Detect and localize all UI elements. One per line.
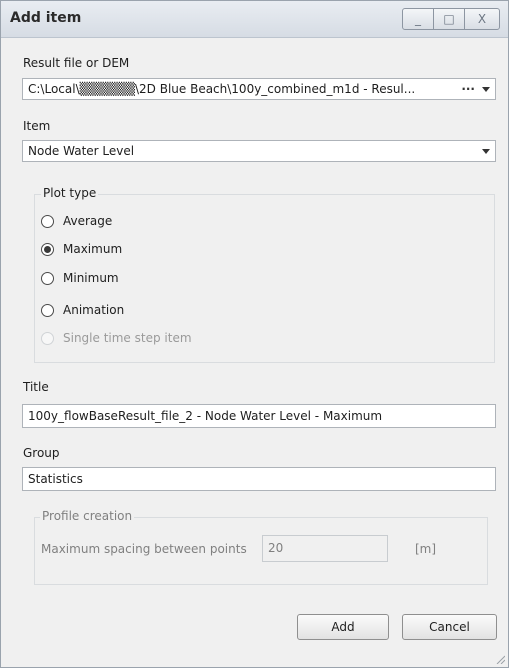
title-input[interactable]: 100y_flowBaseResult_file_2 - Node Water …: [22, 404, 496, 428]
item-value: Node Water Level: [28, 144, 135, 158]
maximize-button[interactable]: □: [434, 9, 465, 29]
radio-label: Average: [63, 214, 113, 228]
radio-checked-icon[interactable]: [41, 242, 54, 256]
result-file-value: C:\Local\▒▒▒▒▒▒\2D Blue Beach\100y_combi…: [28, 82, 416, 96]
chevron-down-icon[interactable]: [482, 87, 490, 92]
radio-single-time-step: Single time step item: [41, 331, 192, 345]
close-button[interactable]: X: [465, 9, 499, 29]
radio-animation[interactable]: Animation: [41, 303, 124, 317]
close-icon: X: [477, 12, 487, 26]
dialog-title: Add item: [10, 10, 82, 26]
maximize-icon: □: [443, 12, 455, 26]
add-item-dialog: Add item _ □ X Result file or DEM C:\Loc…: [0, 0, 509, 668]
item-combo[interactable]: Node Water Level: [22, 140, 496, 162]
spacing-label: Maximum spacing between points: [41, 542, 247, 556]
cancel-button[interactable]: Cancel: [402, 614, 497, 640]
title-value: 100y_flowBaseResult_file_2 - Node Water …: [28, 409, 383, 423]
radio-label: Minimum: [63, 271, 119, 285]
browse-button[interactable]: ···: [461, 79, 475, 99]
group-input[interactable]: Statistics: [22, 467, 496, 491]
profile-creation-label: Profile creation: [40, 509, 135, 523]
group-value: Statistics: [28, 472, 83, 486]
result-file-label: Result file or DEM: [23, 56, 130, 70]
radio-average[interactable]: Average: [41, 214, 112, 228]
radio-maximum[interactable]: Maximum: [41, 242, 122, 256]
result-file-combo[interactable]: C:\Local\▒▒▒▒▒▒\2D Blue Beach\100y_combi…: [22, 78, 496, 100]
radio-disabled-icon: [41, 331, 54, 345]
minimize-button[interactable]: _: [403, 9, 434, 29]
plot-type-label: Plot type: [41, 186, 99, 200]
spacing-input: 20: [262, 535, 388, 562]
add-button[interactable]: Add: [297, 614, 389, 640]
minimize-icon: _: [415, 12, 421, 26]
radio-icon[interactable]: [41, 214, 54, 228]
radio-label: Maximum: [63, 242, 123, 256]
group-label: Group: [23, 446, 60, 460]
radio-label: Single time step item: [63, 331, 192, 345]
radio-icon[interactable]: [41, 271, 54, 285]
cancel-button-label: Cancel: [429, 620, 470, 634]
spacing-value: 20: [268, 541, 284, 555]
resize-grip-icon[interactable]: [495, 654, 505, 664]
chevron-down-icon[interactable]: [482, 149, 490, 154]
radio-label: Animation: [63, 303, 125, 317]
item-label: Item: [23, 119, 51, 133]
title-bar[interactable]: Add item _ □ X: [1, 1, 508, 38]
title-label: Title: [23, 380, 49, 394]
radio-minimum[interactable]: Minimum: [41, 271, 119, 285]
window-controls: _ □ X: [402, 8, 500, 30]
spacing-unit: [m]: [415, 542, 437, 556]
radio-icon[interactable]: [41, 303, 54, 317]
add-button-label: Add: [331, 620, 355, 634]
